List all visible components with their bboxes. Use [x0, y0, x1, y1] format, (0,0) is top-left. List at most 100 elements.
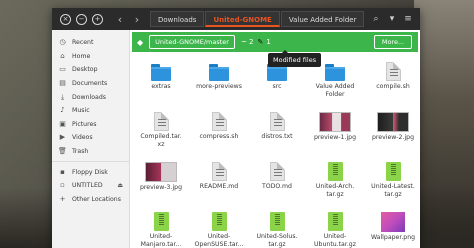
breadcrumb-downloads[interactable]: Downloads: [150, 11, 205, 27]
file-name: src: [272, 83, 282, 90]
file-item[interactable]: United- OpenSUSE.tar...: [190, 208, 248, 248]
sidebar-item-label: Downloads: [72, 93, 106, 101]
modified-count[interactable]: ~ 2: [241, 38, 254, 46]
sidebar-item-untitled[interactable]: ▫ UNTITLED ⏏: [52, 179, 129, 193]
sidebar-item-videos[interactable]: ▶ Videos: [52, 131, 129, 145]
breadcrumb: Downloads United-GNOME Value Added Folde…: [150, 11, 365, 27]
forward-button[interactable]: ›: [130, 13, 144, 26]
sidebar-item-label: Home: [72, 52, 91, 60]
file-item[interactable]: Compiled.tar. xz: [132, 108, 190, 156]
document-icon: [269, 162, 285, 181]
back-button[interactable]: ‹: [113, 13, 127, 26]
breadcrumb-united-gnome[interactable]: United-GNOME: [205, 11, 280, 27]
file-item[interactable]: compile.sh: [364, 58, 420, 106]
floppy-icon: ▪: [60, 167, 65, 176]
file-view: ◆ United-GNOME/master ~ 2 ✎ 1 More... Mo…: [130, 30, 420, 248]
archive-icon: [327, 162, 343, 181]
sidebar-item-trash[interactable]: 🗑 Trash: [52, 145, 129, 159]
sidebar-divider: [52, 161, 129, 163]
more-button[interactable]: More...: [374, 35, 412, 49]
file-name: compile.sh: [376, 83, 410, 90]
sidebar-item-music[interactable]: ♪ Music: [52, 104, 129, 118]
sidebar-item-label: UNTITLED: [72, 182, 103, 190]
sidebar-item-label: Music: [72, 107, 90, 115]
file-name: United-Solus. tar.gz: [256, 233, 298, 248]
file-name: United-Arch. tar.gz: [315, 183, 355, 198]
eject-icon[interactable]: ⏏: [117, 182, 123, 189]
view-options-icon[interactable]: ▾: [384, 14, 400, 24]
file-item[interactable]: United-Latest. tar.gz: [364, 158, 420, 206]
document-icon: [269, 112, 285, 131]
sidebar-item-floppy-disk[interactable]: ▪ Floppy Disk: [52, 165, 129, 179]
titlebar: × − + ‹ › Downloads United-GNOME Value A…: [52, 8, 420, 30]
sidebar-item-label: Pictures: [72, 120, 97, 128]
file-item[interactable]: United-Arch. tar.gz: [306, 158, 364, 206]
archive-icon: [385, 162, 401, 181]
file-name: README.md: [199, 183, 239, 190]
file-name: United- Manjaro.tar...: [140, 233, 182, 248]
file-item[interactable]: distros.txt: [248, 108, 306, 156]
sidebar-item-recent[interactable]: ◷ Recent: [52, 36, 129, 50]
file-item[interactable]: TODO.md: [248, 158, 306, 206]
clock-icon: ◷: [59, 38, 66, 47]
sidebar-item-pictures[interactable]: ▣ Pictures: [52, 118, 129, 132]
sidebar-item-label: Other Locations: [72, 195, 121, 203]
videos-icon: ▶: [59, 133, 66, 142]
image-thumbnail: [377, 112, 409, 132]
image-thumbnail: [319, 112, 351, 132]
search-icon[interactable]: ⌕: [368, 14, 384, 24]
image-thumbnail: [381, 212, 405, 232]
file-item[interactable]: United- Ubuntu.tar.gz: [306, 208, 364, 248]
document-icon: [211, 112, 227, 131]
file-item[interactable]: preview-1.jpg: [306, 108, 364, 156]
sidebar-item-home[interactable]: ⌂ Home: [52, 50, 129, 64]
sidebar-item-label: Videos: [72, 134, 93, 142]
file-item[interactable]: README.md: [190, 158, 248, 206]
git-branch-icon: ◆: [137, 37, 144, 47]
file-item[interactable]: extras: [132, 58, 190, 106]
file-name: preview-3.jpg: [139, 184, 183, 191]
file-item[interactable]: preview-3.jpg: [132, 158, 190, 206]
breadcrumb-value-added-folder[interactable]: Value Added Folder: [280, 11, 365, 27]
file-item[interactable]: United-Solus. tar.gz: [248, 208, 306, 248]
file-name: Value Added Folder: [315, 83, 355, 98]
file-item[interactable]: United- Manjaro.tar...: [132, 208, 190, 248]
file-item[interactable]: preview-2.jpg: [364, 108, 420, 156]
archive-icon: [153, 212, 169, 231]
desktop-icon: ▭: [59, 65, 66, 74]
file-name: more-previews: [196, 83, 242, 90]
file-name: extras: [151, 83, 171, 90]
sidebar-item-label: Desktop: [72, 66, 98, 74]
trash-icon: 🗑: [58, 147, 67, 156]
document-icon: [211, 162, 227, 181]
git-status-bar: ◆ United-GNOME/master ~ 2 ✎ 1 More...: [132, 32, 418, 52]
file-item[interactable]: Wallpaper.png: [364, 208, 420, 248]
file-item[interactable]: compress.sh: [190, 108, 248, 156]
file-name: Wallpaper.png: [370, 234, 416, 241]
documents-icon: ▤: [59, 79, 66, 88]
sidebar-item-downloads[interactable]: ⤓ Downloads: [52, 90, 129, 104]
plus-icon: +: [59, 194, 66, 203]
minimize-window-button[interactable]: −: [76, 13, 87, 25]
folder-icon: [325, 64, 345, 81]
archive-icon: [269, 212, 285, 231]
pictures-icon: ▣: [59, 119, 66, 128]
branch-button[interactable]: United-GNOME/master: [149, 35, 235, 49]
file-name: United- OpenSUSE.tar...: [194, 233, 244, 248]
sidebar-item-other-locations[interactable]: + Other Locations: [52, 193, 129, 207]
file-manager-window: × − + ‹ › Downloads United-GNOME Value A…: [52, 8, 420, 248]
home-icon: ⌂: [60, 51, 65, 60]
tooltip-modified-files: Modified files: [268, 50, 322, 67]
folder-icon: [209, 64, 229, 81]
sidebar-item-documents[interactable]: ▤ Documents: [52, 77, 129, 91]
menu-icon[interactable]: ≡: [400, 14, 416, 24]
document-icon: [385, 62, 401, 81]
close-window-button[interactable]: ×: [60, 13, 71, 25]
maximize-window-button[interactable]: +: [92, 13, 103, 25]
file-name: compress.sh: [199, 133, 239, 140]
sidebar-item-desktop[interactable]: ▭ Desktop: [52, 63, 129, 77]
download-icon: ⤓: [60, 92, 65, 101]
file-item[interactable]: more-previews: [190, 58, 248, 106]
changes-count[interactable]: 1: [266, 38, 270, 46]
drive-icon: ▫: [60, 181, 65, 190]
